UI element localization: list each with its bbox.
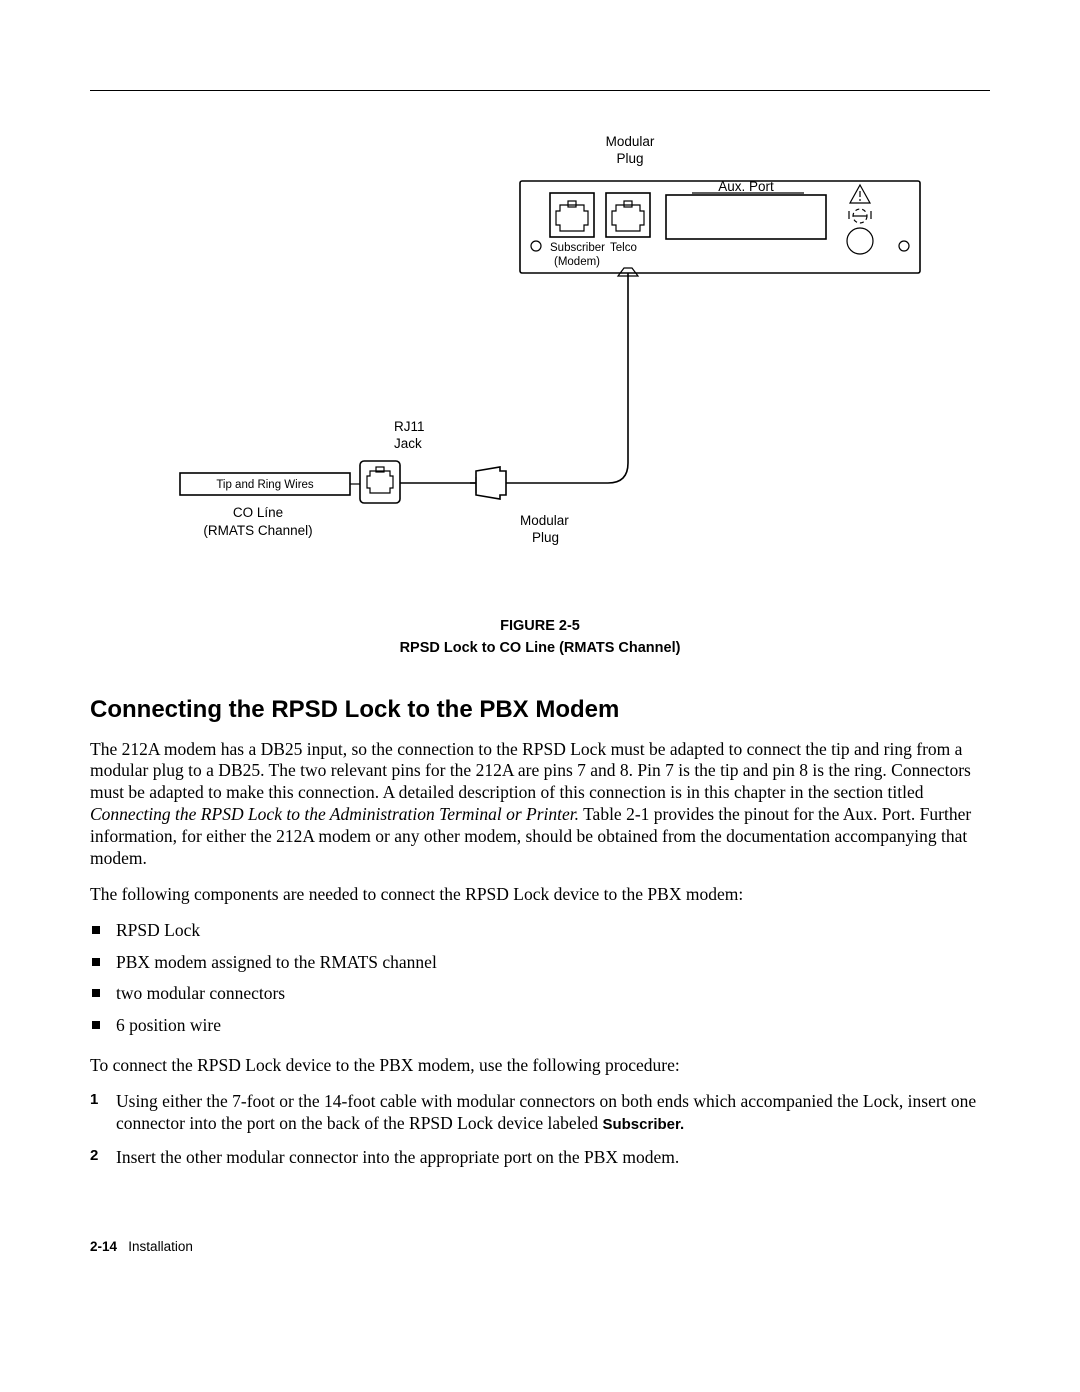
section-title: Connecting the RPSD Lock to the PBX Mode… [90,695,990,725]
svg-text:Plug: Plug [532,530,559,545]
list-item: RPSD Lock [90,920,990,942]
figure-caption: FIGURE 2-5 RPSD Lock to CO Line (RMATS C… [90,616,990,660]
paragraph-3: To connect the RPSD Lock device to the P… [90,1055,990,1077]
page-number: 2-14 [90,1239,117,1254]
paragraph-2: The following components are needed to c… [90,884,990,906]
svg-text:Aux. Port: Aux. Port [718,179,774,194]
svg-text:Plug: Plug [616,151,643,166]
components-list: RPSD Lock PBX modem assigned to the RMAT… [90,920,990,1038]
para1-part-a: The 212A modem has a DB25 input, so the … [90,739,971,803]
step-1: Using either the 7-foot or the 14-foot c… [90,1091,990,1135]
step-2: Insert the other modular connector into … [90,1147,990,1169]
svg-text:Modular: Modular [520,513,569,528]
figure-caption-line2: RPSD Lock to CO Line (RMATS Channel) [90,638,990,660]
page-footer: 2-14 Installation [90,1239,990,1256]
figure-diagram: .lbl { font-family: Arial, Helvetica, sa… [90,131,990,571]
rpsd-lock-diagram: .lbl { font-family: Arial, Helvetica, sa… [150,131,930,571]
svg-text:(RMATS Channel): (RMATS Channel) [203,523,312,538]
list-item: PBX modem assigned to the RMATS channel [90,952,990,974]
procedure-steps: Using either the 7-foot or the 14-foot c… [90,1091,990,1169]
list-item: two modular connectors [90,983,990,1005]
figure-caption-line1: FIGURE 2-5 [90,616,990,638]
top-rule [90,90,990,91]
list-item: 6 position wire [90,1015,990,1037]
svg-text:Subscriber: Subscriber [550,242,605,254]
step1-text-a: Using either the 7-foot or the 14-foot c… [116,1091,976,1133]
svg-text:Tip and Ring Wires: Tip and Ring Wires [216,479,314,491]
svg-text:RJ11: RJ11 [394,419,425,434]
svg-text:CO Líne: CO Líne [233,505,283,520]
svg-text:(Modem): (Modem) [554,256,600,268]
paragraph-1: The 212A modem has a DB25 input, so the … [90,739,990,870]
para1-italic: Connecting the RPSD Lock to the Administ… [90,804,579,824]
step1-bold: Subscriber. [602,1116,684,1133]
svg-text:Jack: Jack [394,436,422,451]
footer-label: Installation [128,1239,193,1254]
svg-text:Modular: Modular [606,134,655,149]
svg-text:Telco: Telco [610,242,637,254]
